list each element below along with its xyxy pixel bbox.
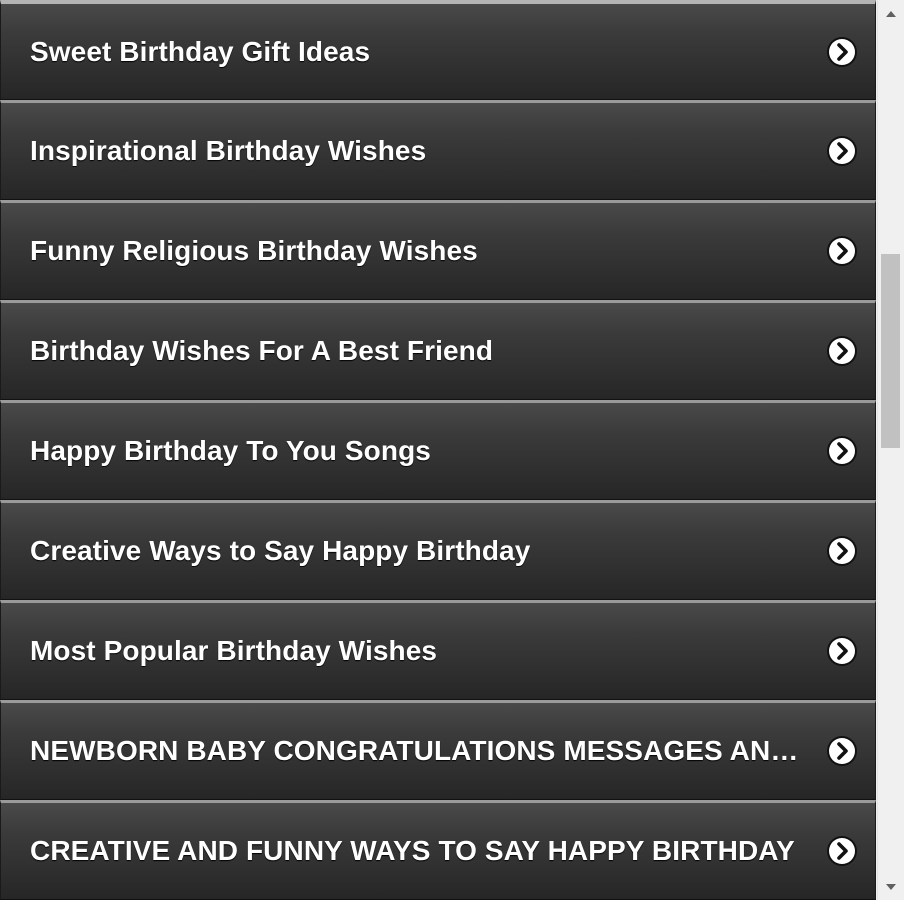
scroll-up-arrow-icon bbox=[886, 10, 896, 17]
list-item[interactable]: Sweet Birthday Gift Ideas bbox=[0, 0, 876, 100]
list-item-label: Birthday Wishes For A Best Friend bbox=[30, 335, 494, 366]
list-item-label: Sweet Birthday Gift Ideas bbox=[30, 35, 371, 67]
list-item-label: Happy Birthday To You Songs bbox=[30, 435, 431, 466]
list-item-label: Creative Ways to Say Happy Birthday bbox=[30, 535, 531, 566]
chevron-right-circle-icon bbox=[827, 836, 857, 866]
scroll-up-button[interactable] bbox=[878, 0, 904, 26]
list-item-label: Inspirational Birthday Wishes bbox=[30, 135, 427, 166]
list-item-label: Funny Religious Birthday Wishes bbox=[30, 235, 478, 266]
list-item[interactable]: Birthday Wishes For A Best Friend bbox=[0, 300, 876, 400]
list-item[interactable]: Funny Religious Birthday Wishes bbox=[0, 200, 876, 300]
list-item-label: NEWBORN BABY CONGRATULATIONS MESSAGES AN… bbox=[30, 735, 802, 766]
chevron-right-circle-icon bbox=[827, 536, 857, 566]
chevron-right-circle-icon bbox=[827, 236, 857, 266]
list-item-label: CREATIVE AND FUNNY WAYS TO SAY HAPPY BIR… bbox=[30, 835, 795, 866]
list-item[interactable]: Creative Ways to Say Happy Birthday bbox=[0, 500, 876, 600]
list-item[interactable]: Inspirational Birthday Wishes bbox=[0, 100, 876, 200]
chevron-right-circle-icon bbox=[827, 336, 857, 366]
chevron-right-circle-icon bbox=[827, 36, 857, 67]
list-item[interactable]: NEWBORN BABY CONGRATULATIONS MESSAGES AN… bbox=[0, 700, 876, 800]
scroll-down-button[interactable] bbox=[878, 874, 904, 900]
scroll-thumb[interactable] bbox=[881, 254, 900, 448]
chevron-right-circle-icon bbox=[827, 736, 857, 766]
list-item-label: Most Popular Birthday Wishes bbox=[30, 635, 438, 666]
chevron-right-circle-icon bbox=[827, 136, 857, 166]
vertical-scrollbar[interactable] bbox=[877, 0, 904, 900]
list-item[interactable]: CREATIVE AND FUNNY WAYS TO SAY HAPPY BIR… bbox=[0, 800, 876, 900]
scroll-down-arrow-icon bbox=[886, 883, 896, 890]
chevron-right-circle-icon bbox=[827, 636, 857, 666]
list-item[interactable]: Most Popular Birthday Wishes bbox=[0, 600, 876, 700]
list-viewport: Sweet Birthday Gift Ideas Inspirational … bbox=[0, 0, 877, 900]
article-list: Sweet Birthday Gift Ideas Inspirational … bbox=[0, 0, 877, 900]
chevron-right-circle-icon bbox=[827, 436, 857, 466]
list-item[interactable]: Happy Birthday To You Songs bbox=[0, 400, 876, 500]
